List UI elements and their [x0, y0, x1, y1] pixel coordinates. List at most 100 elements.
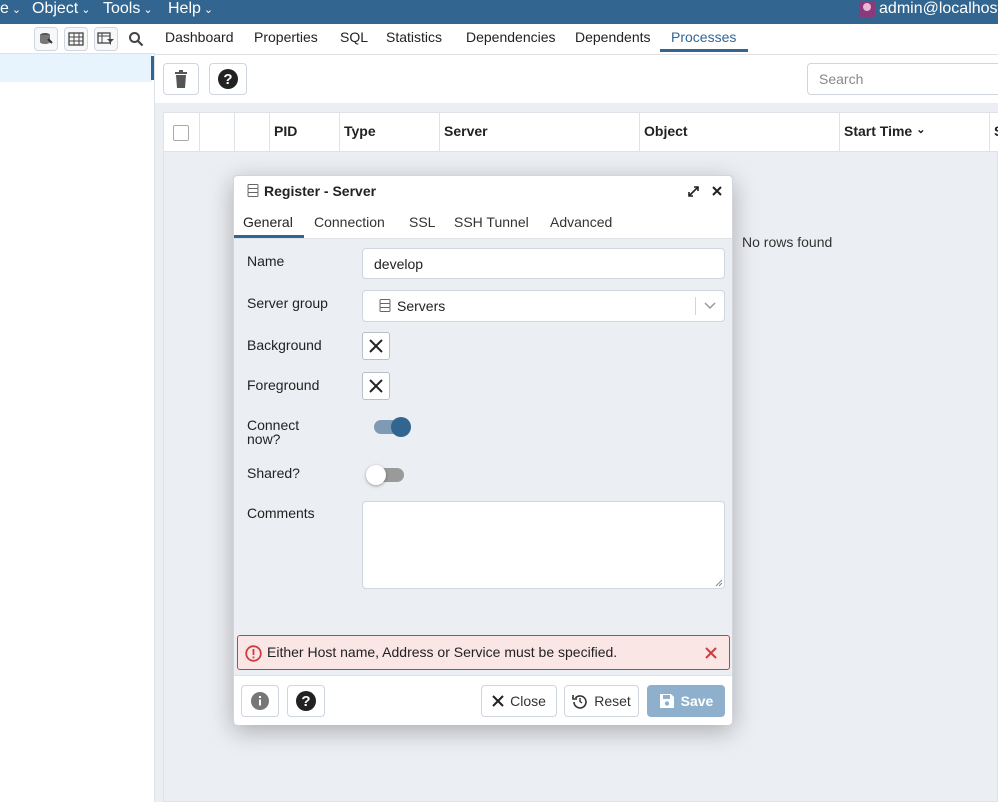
menu-help-label: Help — [168, 0, 201, 17]
server-group-label: Server group — [247, 295, 328, 311]
col-start-time[interactable]: Start Time ⌄ — [840, 113, 990, 152]
close-icon[interactable] — [711, 185, 723, 197]
tab-properties[interactable]: Properties — [254, 29, 318, 45]
menu-file-label: e — [0, 0, 9, 17]
tab-sql[interactable]: SQL — [340, 29, 368, 45]
server-icon — [247, 184, 259, 197]
server-group-value: Servers — [397, 298, 446, 314]
dialog-title: Register - Server — [264, 183, 377, 199]
search-icon — [129, 32, 144, 47]
save-button-label: Save — [680, 693, 714, 709]
tab-ssl[interactable]: SSL — [409, 214, 435, 230]
dialog-active-tab-indicator — [234, 235, 304, 238]
view-data-button[interactable] — [64, 27, 88, 51]
grid-col-action — [200, 113, 235, 152]
splitter-handle[interactable] — [151, 56, 154, 80]
reset-button-label: Reset — [594, 693, 631, 709]
connect-now-label: Connect now? — [247, 418, 299, 446]
active-tab-indicator — [660, 49, 748, 52]
avatar — [859, 1, 876, 17]
resize-handle-icon[interactable] — [715, 579, 723, 587]
shared-toggle[interactable] — [366, 465, 404, 485]
explorer-toolbar — [0, 24, 155, 54]
tab-dependents[interactable]: Dependents — [575, 29, 651, 45]
clear-color-icon — [369, 339, 383, 353]
chevron-down-icon: ⌄ — [203, 4, 214, 16]
menu-tools[interactable]: Tools ⌄ — [103, 0, 153, 24]
chevron-down-icon: ⌄ — [143, 4, 153, 16]
background-label: Background — [247, 337, 322, 353]
servers-icon — [379, 299, 391, 312]
info-button[interactable] — [241, 685, 279, 717]
empty-grid-message: No rows found — [742, 234, 833, 250]
col-s[interactable]: S — [990, 113, 998, 152]
col-object[interactable]: Object — [640, 113, 840, 152]
register-server-dialog: Register - Server General Connection SSL… — [233, 175, 733, 725]
question-circle-icon: ? — [296, 691, 316, 711]
object-explorer — [0, 24, 155, 802]
clear-color-icon — [369, 379, 383, 393]
chevron-down-icon[interactable] — [704, 302, 716, 310]
user-menu[interactable]: admin@localhost — [859, 0, 998, 24]
tab-dashboard[interactable]: Dashboard — [165, 29, 234, 45]
tab-connection[interactable]: Connection — [314, 214, 385, 230]
reset-button[interactable]: Reset — [564, 685, 639, 717]
menu-tools-label: Tools — [103, 0, 141, 17]
dialog-tabs: General Connection SSL SSH Tunnel Advanc… — [234, 206, 732, 239]
close-button-label: Close — [510, 693, 546, 709]
select-all-cell — [164, 113, 200, 152]
comments-field[interactable] — [362, 501, 725, 589]
col-type[interactable]: Type — [340, 113, 440, 152]
chevron-down-icon: ⌄ — [11, 4, 22, 16]
dialog-footer: ? Close Reset Save — [234, 675, 732, 725]
close-button[interactable]: Close — [481, 685, 557, 717]
query-tool-button[interactable] — [34, 27, 58, 51]
menu-help[interactable]: Help ⌄ — [168, 0, 213, 24]
connect-now-toggle[interactable] — [374, 417, 411, 437]
tab-dependencies[interactable]: Dependencies — [466, 29, 556, 45]
search-objects-button[interactable] — [124, 27, 148, 51]
terminate-button[interactable] — [163, 63, 199, 95]
grid-col-action2 — [235, 113, 270, 152]
user-name: admin@localhost — [879, 0, 998, 17]
menu-object[interactable]: Object ⌄ — [32, 0, 90, 24]
tab-statistics[interactable]: Statistics — [386, 29, 442, 45]
save-button[interactable]: Save — [647, 685, 725, 717]
select-all-checkbox[interactable] — [173, 125, 189, 141]
table-icon — [68, 32, 84, 46]
grid-header: PID Type Server Object Start Time⌄ S — [164, 113, 998, 152]
name-label: Name — [247, 253, 285, 269]
name-field[interactable]: develop — [362, 248, 725, 279]
tab-ssh-tunnel[interactable]: SSH Tunnel — [454, 214, 529, 230]
info-icon — [251, 692, 269, 710]
trash-icon — [175, 70, 187, 88]
database-icon — [40, 33, 53, 44]
col-start-time-label: Start Time — [844, 123, 913, 139]
col-server[interactable]: Server — [440, 113, 640, 152]
sort-desc-icon: ⌄ — [916, 124, 926, 136]
filtered-rows-button[interactable] — [94, 27, 118, 51]
dialog-titlebar[interactable]: Register - Server — [234, 176, 732, 206]
search-input[interactable]: Search — [807, 63, 998, 95]
help-button[interactable]: ? — [209, 63, 247, 95]
background-color-picker[interactable] — [362, 332, 390, 360]
svg-text:?: ? — [223, 71, 232, 88]
tab-advanced[interactable]: Advanced — [550, 214, 612, 230]
foreground-label: Foreground — [247, 377, 320, 393]
tab-processes[interactable]: Processes — [671, 29, 736, 45]
shared-label: Shared? — [247, 465, 300, 481]
dialog-help-button[interactable]: ? — [287, 685, 325, 717]
tab-general[interactable]: General — [243, 214, 293, 230]
dismiss-error-icon[interactable] — [705, 647, 717, 659]
menu-file[interactable]: e ⌄ — [0, 0, 21, 24]
save-icon — [659, 694, 674, 708]
maximize-icon[interactable] — [687, 185, 700, 198]
top-menubar: e ⌄ Object ⌄ Tools ⌄ Help ⌄ admin@localhost — [0, 0, 998, 24]
server-group-select[interactable]: Servers — [362, 290, 725, 322]
comments-label: Comments — [247, 505, 315, 521]
foreground-color-picker[interactable] — [362, 372, 390, 400]
selected-tree-node[interactable] — [0, 54, 152, 82]
error-message: Either Host name, Address or Service mus… — [237, 635, 730, 670]
col-pid[interactable]: PID — [270, 113, 340, 152]
main-tabs: Dashboard Properties SQL Statistics Depe… — [155, 24, 998, 55]
